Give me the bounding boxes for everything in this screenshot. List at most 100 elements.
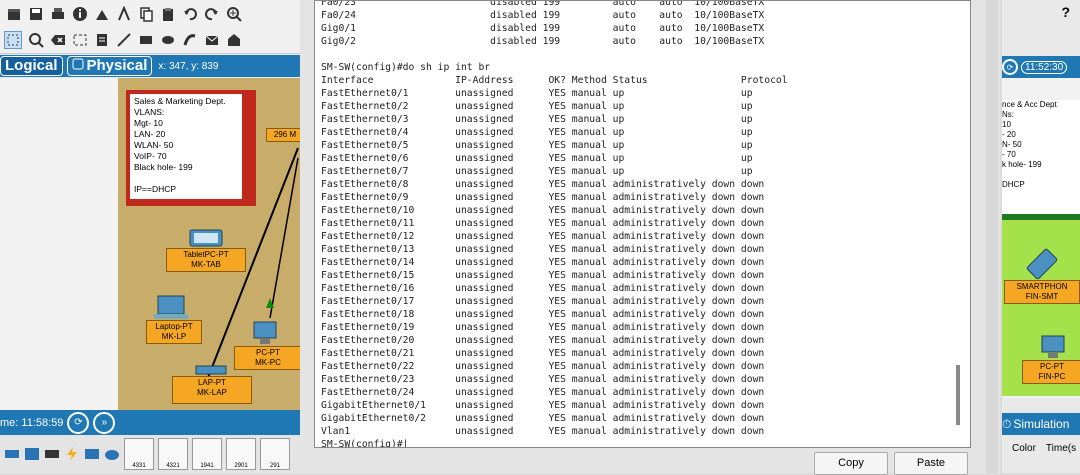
freeform-icon[interactable] — [182, 32, 198, 48]
realtime-bar: me: 11:58:59 ⟳ » — [0, 410, 300, 435]
device-type-bar: 4331 4321 1941 2901 291 — [0, 435, 300, 473]
column-time: Time(s — [1045, 442, 1077, 454]
finance-area-background: SMARTPHON FIN-SMT PC-PT FIN-PC — [1002, 220, 1080, 396]
note-line: k hole- 199 — [1002, 160, 1042, 169]
router-model-2911[interactable]: 291 — [260, 438, 290, 470]
help-icon[interactable]: ? — [1061, 4, 1070, 20]
laptop-label[interactable]: Laptop-PT MK-LP — [146, 320, 202, 344]
power-cycle-icon: ⟳ — [74, 417, 83, 428]
note-line: IP==DHCP — [134, 184, 177, 194]
simulation-label: Simulation — [1013, 417, 1070, 431]
simulation-icon: ⏱ — [1002, 416, 1012, 431]
power-cycle-icon: ⟳ — [1006, 62, 1014, 72]
time-display: me: 11:58:59 — [0, 416, 64, 429]
copy-button[interactable]: Copy — [814, 452, 888, 475]
note-line: nce & Acc Dept — [1002, 100, 1057, 109]
physical-tab-label: Physical — [86, 57, 148, 74]
note-line: Black hole- 199 — [134, 162, 193, 172]
logical-workspace[interactable]: Sales & Marketing Dept. VLANS: Mgt- 10 L… — [0, 78, 300, 410]
zoom-in-icon[interactable] — [226, 6, 242, 22]
info-icon[interactable] — [72, 6, 88, 22]
draw-line-icon[interactable] — [116, 32, 132, 48]
undo-icon[interactable] — [182, 6, 198, 22]
routers-category-icon[interactable] — [4, 446, 20, 462]
hubs-category-icon[interactable] — [44, 446, 60, 462]
router-model-1941[interactable]: 1941 — [192, 438, 222, 470]
note-line: LAN- 20 — [134, 129, 166, 139]
window-separator — [986, 0, 998, 473]
router-model-4321[interactable]: 4321 — [158, 438, 188, 470]
tablet-label[interactable]: TabletPC-PT MK-TAB — [166, 248, 246, 272]
simple-pdu-icon[interactable] — [204, 32, 220, 48]
delete-icon[interactable] — [50, 32, 66, 48]
cloud-category-icon[interactable] — [104, 446, 120, 462]
cli-terminal-window: Fa0/23 disabled 199 auto auto 10/100Base… — [300, 0, 1000, 475]
network-info-icon[interactable] — [116, 4, 132, 22]
note-line: Mgt- 10 — [134, 118, 163, 128]
router-model-2901[interactable]: 2901 — [226, 438, 256, 470]
note-line: 10 — [1002, 120, 1011, 129]
resize-icon[interactable] — [72, 32, 88, 48]
copy-icon[interactable] — [138, 6, 154, 22]
end-devices-category-icon[interactable] — [84, 446, 100, 462]
column-color: Color — [1012, 442, 1036, 454]
event-list-header: Color Time(s — [1002, 437, 1080, 459]
right-time-display: 11:52:30 — [1021, 60, 1068, 74]
sales-note[interactable]: Sales & Marketing Dept. VLANS: Mgt- 10 L… — [126, 90, 256, 206]
paste-button[interactable]: Paste — [894, 452, 968, 475]
connections-category-icon[interactable] — [64, 446, 80, 462]
workspace-mode-bar: Logical Physical x: 347, y: 839 — [0, 55, 300, 77]
logical-tab[interactable]: Logical — [0, 56, 63, 76]
right-power-cycle-button[interactable]: ⟳ — [1002, 59, 1018, 75]
right-packet-tracer-window: ? ⟳ 11:52:30 nce & Acc Dept Ns: 10 - 20 … — [1002, 0, 1080, 473]
fast-forward-icon: » — [101, 417, 108, 428]
switches-category-icon[interactable] — [24, 446, 40, 462]
power-cycle-button[interactable]: ⟳ — [67, 411, 90, 434]
fast-forward-button[interactable]: » — [93, 411, 116, 434]
terminal-scrollbar-thumb[interactable] — [956, 365, 960, 425]
note-line: DHCP — [1002, 180, 1025, 189]
smartphone-label[interactable]: SMARTPHON FIN-SMT — [1004, 280, 1080, 304]
paste-icon[interactable] — [160, 6, 176, 22]
pc-label[interactable]: PC-PT MK-PC — [234, 346, 300, 370]
lap-label[interactable]: LAP-PT MK-LAP — [172, 376, 252, 404]
note-line: Sales & Marketing Dept. — [134, 96, 226, 106]
main-toolbar — [0, 0, 300, 27]
right-workspace[interactable]: nce & Acc Dept Ns: 10 - 20 N- 50 - 70 k … — [1002, 78, 1080, 398]
note-line: - 70 — [1002, 150, 1016, 159]
note-line: VoIP- 70 — [134, 151, 167, 161]
router-model-4331[interactable]: 4331 — [124, 438, 154, 470]
sales-note-text: Sales & Marketing Dept. VLANS: Mgt- 10 L… — [130, 94, 242, 199]
print-icon[interactable] — [50, 6, 66, 22]
cli-output-area[interactable]: Fa0/23 disabled 199 auto auto 10/100Base… — [314, 0, 971, 448]
simulation-tab[interactable]: ⏱ Simulation — [1002, 413, 1080, 435]
router-model-label: 4321 — [166, 463, 180, 469]
draw-ellipse-icon[interactable] — [160, 32, 176, 48]
note-line: VLANS: — [134, 107, 165, 117]
complex-pdu-icon[interactable] — [226, 32, 242, 48]
left-packet-tracer-window: Logical Physical x: 347, y: 839 Sales & … — [0, 0, 300, 473]
right-time-bar: ⟳ 11:52:30 — [1002, 56, 1080, 78]
finance-pc-label[interactable]: PC-PT FIN-PC — [1022, 360, 1080, 384]
cursor-coordinates: x: 347, y: 839 — [158, 60, 219, 72]
inspect-icon[interactable] — [28, 32, 44, 48]
router-model-label: 291 — [269, 463, 280, 469]
save-icon[interactable] — [28, 6, 44, 22]
new-file-icon[interactable] — [6, 6, 22, 22]
note-line-spacer — [134, 173, 238, 184]
select-icon[interactable] — [4, 31, 22, 49]
note-line-spacer — [1002, 170, 1080, 180]
router-model-label: 2901 — [234, 463, 248, 469]
logical-tab-label: Logical — [5, 57, 58, 74]
note-line: - 20 — [1002, 130, 1016, 139]
physical-icon — [72, 57, 84, 75]
draw-rectangle-icon[interactable] — [138, 32, 154, 48]
note-line: Ns: — [1002, 110, 1014, 119]
finance-note[interactable]: nce & Acc Dept Ns: 10 - 20 N- 50 - 70 k … — [1002, 100, 1080, 222]
activity-wizard-icon[interactable] — [94, 6, 110, 22]
note-icon[interactable] — [94, 32, 110, 48]
cli-output-text: Fa0/23 disabled 199 auto auto 10/100Base… — [321, 0, 788, 448]
switch-label[interactable]: 296 M — [266, 128, 300, 142]
redo-icon[interactable] — [204, 6, 220, 22]
physical-tab[interactable]: Physical — [66, 56, 153, 76]
